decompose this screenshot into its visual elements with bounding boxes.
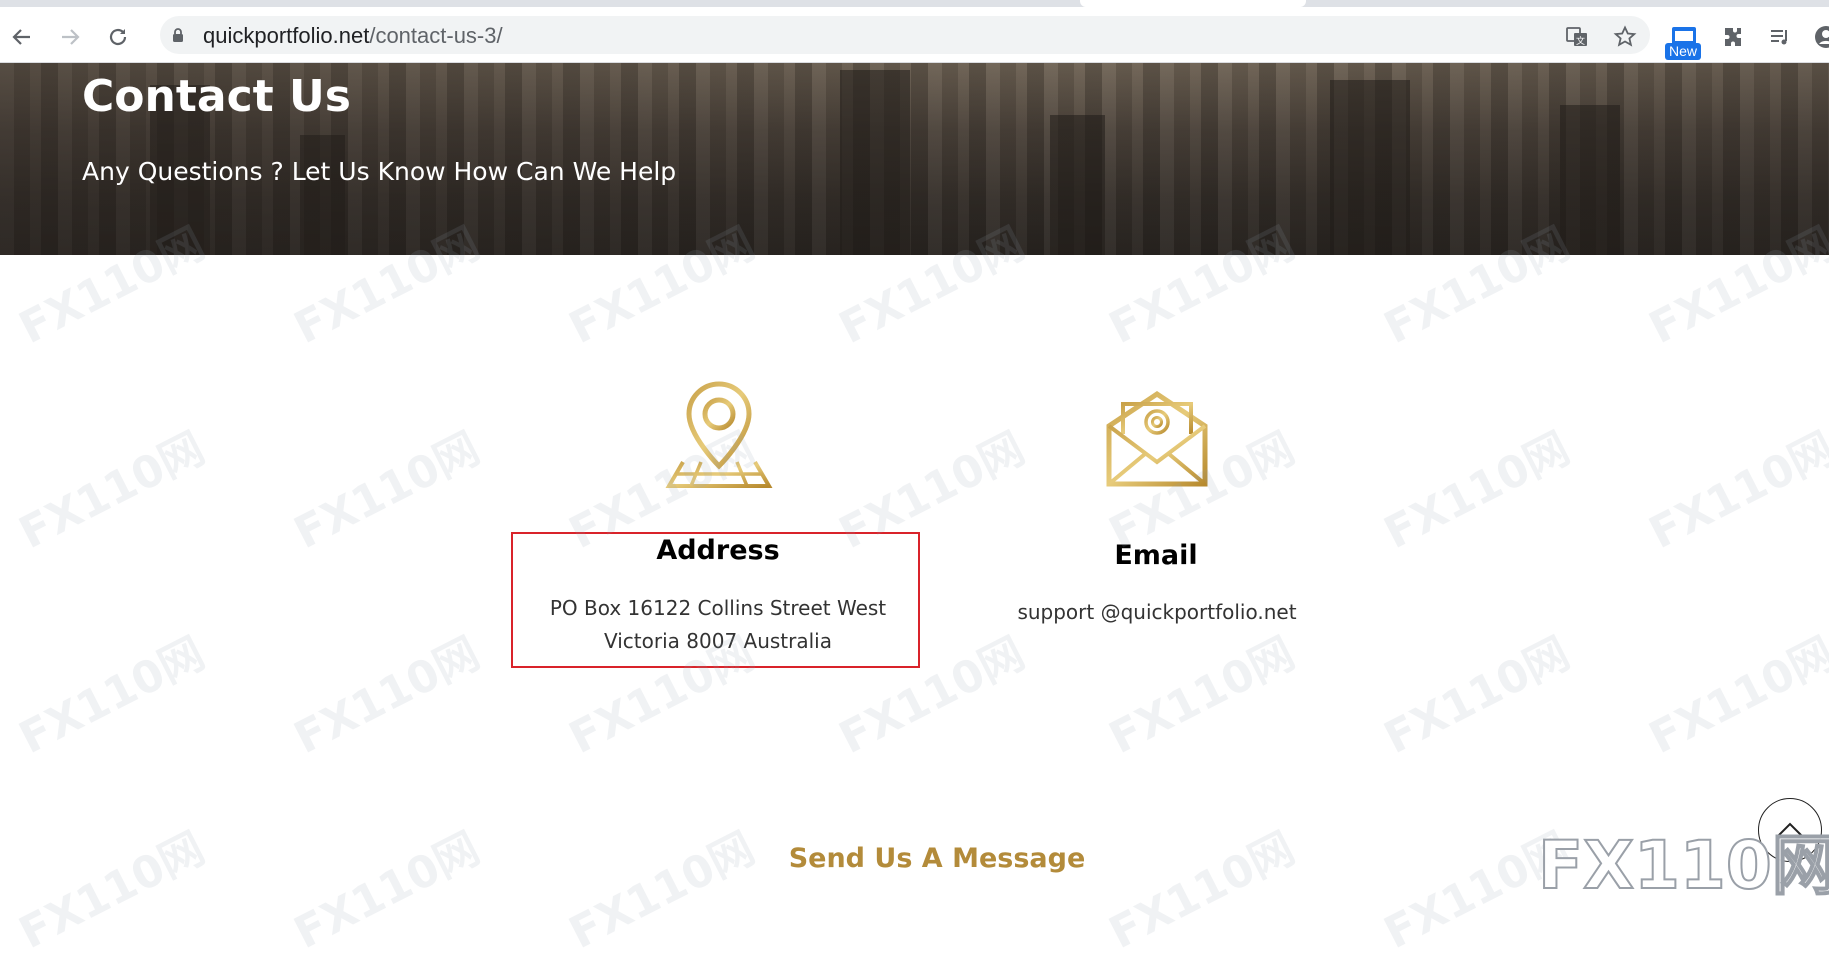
page-title: Contact Us bbox=[82, 71, 351, 122]
translate-icon: 文 bbox=[1566, 27, 1587, 47]
lock-icon bbox=[173, 28, 183, 42]
email-link[interactable]: support @quickportfolio.net bbox=[965, 596, 1349, 629]
translate-button[interactable]: 文 bbox=[1563, 23, 1591, 51]
watermark-text: FX110网 bbox=[11, 627, 213, 765]
forward-arrow-icon bbox=[62, 29, 80, 45]
reload-button[interactable] bbox=[104, 23, 132, 51]
watermark-text: FX110网 bbox=[1101, 627, 1303, 765]
browser-toolbar: quickportfolio.net/contact-us-3/ 文 New bbox=[0, 7, 1829, 63]
puzzle-icon bbox=[1725, 28, 1741, 46]
hero-banner: Contact Us Any Questions ? Let Us Know H… bbox=[0, 63, 1829, 255]
url-host: quickportfolio.net bbox=[203, 23, 370, 48]
watermark-text: FX110网 bbox=[1641, 627, 1829, 765]
watermark-text: FX110网 bbox=[286, 422, 488, 560]
highlight-annotation-box bbox=[511, 532, 920, 668]
watermark-text: FX110网 bbox=[1101, 822, 1303, 960]
page-subtitle: Any Questions ? Let Us Know How Can We H… bbox=[82, 157, 677, 186]
extensions-button[interactable] bbox=[1719, 23, 1747, 51]
address-bar[interactable]: quickportfolio.net/contact-us-3/ bbox=[160, 16, 1650, 54]
playlist-icon bbox=[1771, 30, 1787, 45]
watermark-text: FX110网 bbox=[11, 422, 213, 560]
forward-button[interactable] bbox=[56, 23, 84, 51]
email-title: Email bbox=[1114, 540, 1198, 571]
bookmark-button[interactable] bbox=[1611, 23, 1639, 51]
svg-text:文: 文 bbox=[1576, 35, 1585, 47]
new-badge: New bbox=[1665, 43, 1701, 60]
url-path: /contact-us-3/ bbox=[369, 23, 503, 48]
back-arrow-icon bbox=[12, 29, 30, 45]
url-text[interactable]: quickportfolio.net/contact-us-3/ bbox=[203, 24, 503, 48]
envelope-icon bbox=[1103, 386, 1211, 490]
watermark-text: FX110网 bbox=[11, 822, 213, 960]
tab-strip bbox=[0, 0, 1829, 7]
watermark-text: FX110网 bbox=[561, 822, 763, 960]
watermark-text: FX110网 bbox=[1376, 627, 1578, 765]
watermark-text: FX110网 bbox=[1641, 422, 1829, 560]
profile-button[interactable] bbox=[1812, 23, 1829, 51]
watermark-text: FX110网 bbox=[286, 627, 488, 765]
watermark-text: FX110网 bbox=[1376, 422, 1578, 560]
avatar-icon bbox=[1815, 26, 1829, 48]
reload-icon bbox=[109, 28, 127, 46]
watermark-logo: FX110网 bbox=[1537, 826, 1829, 905]
watermark-text: FX110网 bbox=[286, 822, 488, 960]
media-controls-button[interactable] bbox=[1766, 23, 1794, 51]
map-pin-icon bbox=[661, 380, 777, 490]
star-icon bbox=[1613, 25, 1637, 47]
back-button[interactable] bbox=[8, 23, 36, 51]
active-tab[interactable] bbox=[1080, 0, 1306, 7]
